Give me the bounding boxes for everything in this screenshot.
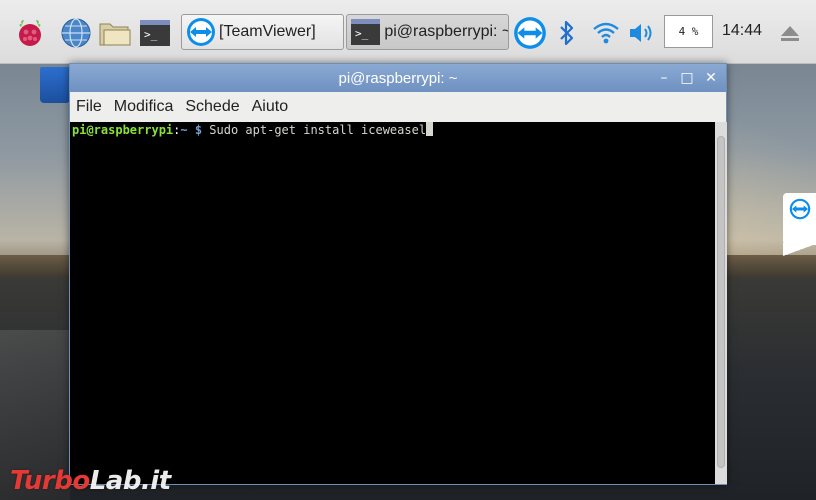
teamviewer-side-tab[interactable] bbox=[783, 193, 816, 257]
terminal-window: pi@raspberrypi: ~ – □ ✕ File Modifica Sc… bbox=[69, 63, 727, 485]
menu-schede[interactable]: Schede bbox=[185, 98, 239, 116]
browser-launcher-button[interactable] bbox=[58, 15, 94, 51]
taskbar: >_ [TeamViewer] >_ pi@raspberrypi: ~ 4 %… bbox=[0, 0, 816, 64]
bluetooth-button[interactable] bbox=[554, 15, 580, 51]
maximize-button[interactable]: □ bbox=[677, 68, 697, 88]
folder-icon bbox=[99, 23, 131, 46]
close-button[interactable]: ✕ bbox=[701, 68, 721, 88]
teamviewer-tray-button[interactable] bbox=[511, 15, 549, 51]
clock[interactable]: 14:44 bbox=[722, 22, 762, 40]
task-teamviewer-label: [TeamViewer] bbox=[219, 23, 316, 40]
eject-button[interactable] bbox=[776, 15, 804, 51]
globe-icon bbox=[61, 18, 91, 48]
raspberry-menu-button[interactable] bbox=[12, 15, 48, 51]
window-title: pi@raspberrypi: ~ bbox=[338, 70, 458, 87]
menu-bar: File Modifica Schede Aiuto bbox=[70, 92, 726, 122]
terminal-launcher-button[interactable]: >_ bbox=[137, 15, 173, 51]
volume-button[interactable] bbox=[627, 15, 657, 51]
menu-aiuto[interactable]: Aiuto bbox=[252, 98, 288, 116]
task-terminal[interactable]: >_ pi@raspberrypi: ~ bbox=[346, 14, 509, 50]
bluetooth-icon bbox=[560, 20, 574, 46]
eject-icon bbox=[781, 26, 799, 41]
task-teamviewer[interactable]: [TeamViewer] bbox=[181, 14, 344, 50]
command-text: Sudo apt-get install iceweasel bbox=[202, 123, 427, 137]
terminal-icon: >_ bbox=[351, 19, 381, 45]
prompt-user: pi@raspberrypi bbox=[72, 123, 174, 137]
trash-desktop-icon[interactable] bbox=[40, 67, 70, 103]
file-manager-launcher-button[interactable] bbox=[97, 15, 133, 51]
prompt-path: ~ $ bbox=[180, 123, 203, 137]
watermark-part1: Turbo bbox=[10, 466, 90, 496]
wifi-icon bbox=[593, 22, 619, 44]
text-cursor bbox=[426, 122, 434, 136]
menu-modifica[interactable]: Modifica bbox=[114, 98, 174, 116]
menu-file[interactable]: File bbox=[76, 98, 102, 116]
minimize-button[interactable]: – bbox=[654, 68, 674, 88]
volume-icon bbox=[630, 24, 652, 42]
terminal-icon: >_ bbox=[140, 20, 170, 46]
watermark-part2: Lab.it bbox=[89, 466, 171, 496]
cpu-usage-monitor[interactable]: 4 % bbox=[664, 15, 713, 48]
cpu-usage-label: 4 % bbox=[678, 25, 699, 38]
teamviewer-icon bbox=[514, 17, 546, 49]
terminal-scrollbar[interactable] bbox=[715, 122, 727, 484]
teamviewer-icon bbox=[187, 18, 215, 46]
raspberry-icon bbox=[19, 20, 41, 46]
turbolab-watermark: TurboLab.it bbox=[10, 466, 171, 496]
wifi-button[interactable] bbox=[590, 15, 622, 51]
window-titlebar[interactable]: pi@raspberrypi: ~ – □ ✕ bbox=[70, 64, 726, 92]
scrollbar-thumb[interactable] bbox=[717, 136, 725, 468]
teamviewer-icon bbox=[789, 198, 810, 220]
task-terminal-label: pi@raspberrypi: ~ bbox=[384, 23, 508, 40]
terminal-output[interactable]: pi@raspberrypi:~ $ Sudo apt-get install … bbox=[70, 122, 715, 484]
